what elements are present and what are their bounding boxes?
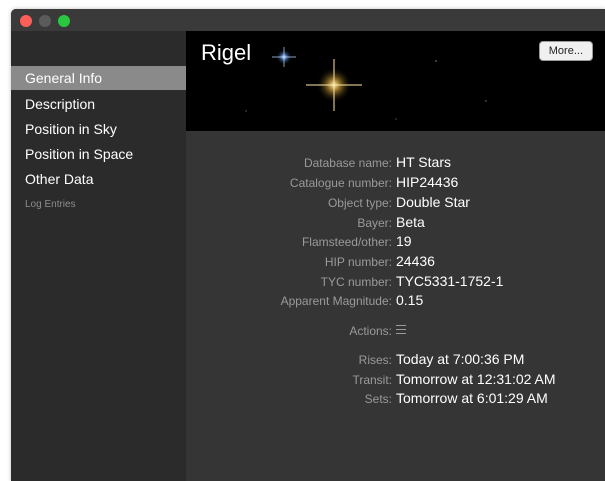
sidebar-item-position-in-space[interactable]: Position in Space [11, 142, 186, 166]
time-value: Today at 7:00:36 PM [396, 351, 525, 367]
actions-label: Actions: [349, 324, 392, 338]
time-label: Rises: [358, 353, 392, 367]
info-label: Bayer: [357, 216, 392, 230]
info-row-hip-number: HIP number: 24436 [186, 252, 605, 272]
time-value: Tomorrow at 12:31:02 AM [396, 371, 556, 387]
info-value: 19 [396, 233, 412, 249]
more-button[interactable]: More... [538, 41, 593, 61]
time-label: Transit: [352, 373, 392, 387]
time-row-sets: Sets: Tomorrow at 6:01:29 AM [186, 389, 605, 409]
time-value: Tomorrow at 6:01:29 AM [396, 390, 548, 406]
actions-row: Actions: [186, 321, 605, 341]
info-value: 24436 [396, 253, 435, 269]
info-value: TYC5331-1752-1 [396, 273, 504, 289]
info-label: Object type: [327, 196, 392, 210]
sidebar-item-other-data[interactable]: Other Data [11, 167, 186, 191]
zoom-button[interactable] [58, 15, 70, 27]
sidebar: General Info Description Position in Sky… [11, 31, 186, 481]
info-value: Double Star [396, 194, 470, 210]
app-window: General Info Description Position in Sky… [11, 9, 605, 481]
sidebar-item-general-info[interactable]: General Info [11, 66, 186, 90]
main-panel: Rigel More... Database name: HT Stars Ca… [186, 31, 605, 481]
info-label: TYC number: [320, 275, 392, 289]
sidebar-item-position-in-sky[interactable]: Position in Sky [11, 117, 186, 141]
info-label: HIP number: [324, 255, 392, 269]
page-title: Rigel [201, 40, 252, 65]
info-row-database-name: Database name: HT Stars [186, 153, 605, 173]
info-label: Catalogue number: [289, 176, 392, 190]
info-value: HT Stars [396, 154, 451, 170]
info-row-object-type: Object type: Double Star [186, 193, 605, 213]
title-bar [11, 9, 605, 31]
info-label: Database name: [303, 156, 392, 170]
time-row-transit: Transit: Tomorrow at 12:31:02 AM [186, 370, 605, 390]
info-row-tyc-number: TYC number: TYC5331-1752-1 [186, 272, 605, 292]
info-value: Beta [396, 214, 425, 230]
time-label: Sets: [364, 392, 392, 406]
time-row-rises: Rises: Today at 7:00:36 PM [186, 350, 605, 370]
close-button[interactable] [20, 15, 32, 27]
info-row-catalogue-number: Catalogue number: HIP24436 [186, 173, 605, 193]
info-label: Apparent Magnitude: [280, 294, 392, 308]
minimize-button[interactable] [39, 15, 51, 27]
info-label: Flamsteed/other: [301, 235, 392, 249]
hamburger-menu-icon[interactable] [396, 325, 406, 334]
info-value: 0.15 [396, 292, 424, 308]
sidebar-item-description[interactable]: Description [11, 92, 186, 116]
sidebar-item-log-entries[interactable]: Log Entries [11, 193, 186, 217]
info-value: HIP24436 [396, 174, 459, 190]
info-row-apparent-magnitude: Apparent Magnitude: 0.15 [186, 291, 605, 311]
info-row-bayer: Bayer: Beta [186, 213, 605, 233]
info-row-flamsteed: Flamsteed/other: 19 [186, 232, 605, 252]
star-header: Rigel More... [186, 31, 605, 131]
